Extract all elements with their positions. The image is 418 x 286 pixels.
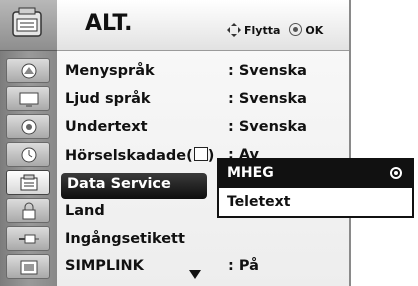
picture-icon bbox=[21, 63, 37, 79]
clock-icon bbox=[21, 147, 37, 163]
option-label: Teletext bbox=[227, 194, 291, 210]
scroll-down-icon[interactable] bbox=[189, 270, 201, 279]
settings-panel: ALT. Flytta OK Menyspråk : Svenska Ljud s… bbox=[57, 0, 351, 286]
option-menu: ALT. Flytta OK Menyspråk : Svenska Ljud s… bbox=[0, 0, 351, 286]
setting-label: Hörselskadade() bbox=[65, 147, 214, 164]
hint-move-label: Flytta bbox=[244, 24, 281, 37]
setting-row-menu-language[interactable]: Menyspråk : Svenska bbox=[65, 61, 349, 85]
sidebar-item-audio[interactable] bbox=[6, 114, 50, 139]
setting-value: : Svenska bbox=[228, 91, 307, 107]
setting-label: Ingångsetikett bbox=[65, 231, 185, 247]
sidebar-header bbox=[0, 0, 57, 51]
setting-value: : Svenska bbox=[228, 63, 307, 79]
selected-radio-icon bbox=[390, 167, 402, 179]
ok-button-icon bbox=[289, 23, 303, 36]
setting-row-simplink[interactable]: SIMPLINK : På bbox=[65, 256, 349, 280]
setting-label: Data Service bbox=[67, 176, 171, 192]
sidebar-item-screen[interactable] bbox=[6, 86, 50, 111]
setting-label-suffix: ) bbox=[207, 148, 215, 164]
hint-ok-label: OK bbox=[305, 24, 324, 37]
sidebar-item-lock[interactable] bbox=[6, 198, 50, 223]
setting-label: Land bbox=[65, 203, 105, 219]
category-sidebar bbox=[0, 0, 57, 286]
setting-row-audio-language[interactable]: Ljud språk : Svenska bbox=[65, 89, 349, 113]
setting-label: Menyspråk bbox=[65, 63, 155, 79]
setting-label: Undertext bbox=[65, 119, 148, 135]
option-mheg[interactable]: MHEG bbox=[219, 160, 412, 188]
sidebar-item-input[interactable] bbox=[6, 226, 50, 251]
lock-icon bbox=[22, 202, 36, 220]
screen-icon bbox=[19, 92, 39, 107]
setting-label: Ljud språk bbox=[65, 91, 151, 107]
option-label: MHEG bbox=[227, 165, 274, 181]
setting-label-text: Hörselskadade( bbox=[65, 148, 193, 164]
setting-value: : På bbox=[228, 258, 259, 274]
audio-icon bbox=[21, 119, 37, 135]
sidebar-item-picture[interactable] bbox=[6, 58, 50, 83]
usb-icon bbox=[20, 260, 38, 275]
setting-label: SIMPLINK bbox=[65, 258, 144, 274]
setting-row-subtitle[interactable]: Undertext : Svenska bbox=[65, 117, 349, 141]
sidebar-item-option[interactable] bbox=[6, 170, 50, 195]
hearing-impaired-icon bbox=[193, 147, 208, 161]
sidebar-item-time[interactable] bbox=[6, 142, 50, 167]
option-teletext[interactable]: Teletext bbox=[219, 189, 412, 217]
sidebar-item-usb[interactable] bbox=[6, 254, 50, 279]
navigation-hint: Flytta OK bbox=[227, 23, 323, 37]
move-arrows-icon bbox=[227, 23, 241, 37]
option-category-icon bbox=[12, 7, 42, 37]
setting-row-input-label[interactable]: Ingångsetikett bbox=[65, 229, 349, 253]
menu-header: ALT. Flytta OK bbox=[57, 0, 349, 51]
setting-value: : Svenska bbox=[228, 119, 307, 135]
data-service-dropdown: MHEG Teletext bbox=[217, 158, 414, 218]
page-title: ALT. bbox=[85, 11, 133, 36]
option-icon bbox=[20, 174, 38, 191]
input-icon bbox=[19, 234, 39, 244]
setting-row-data-service[interactable]: Data Service bbox=[61, 173, 207, 199]
